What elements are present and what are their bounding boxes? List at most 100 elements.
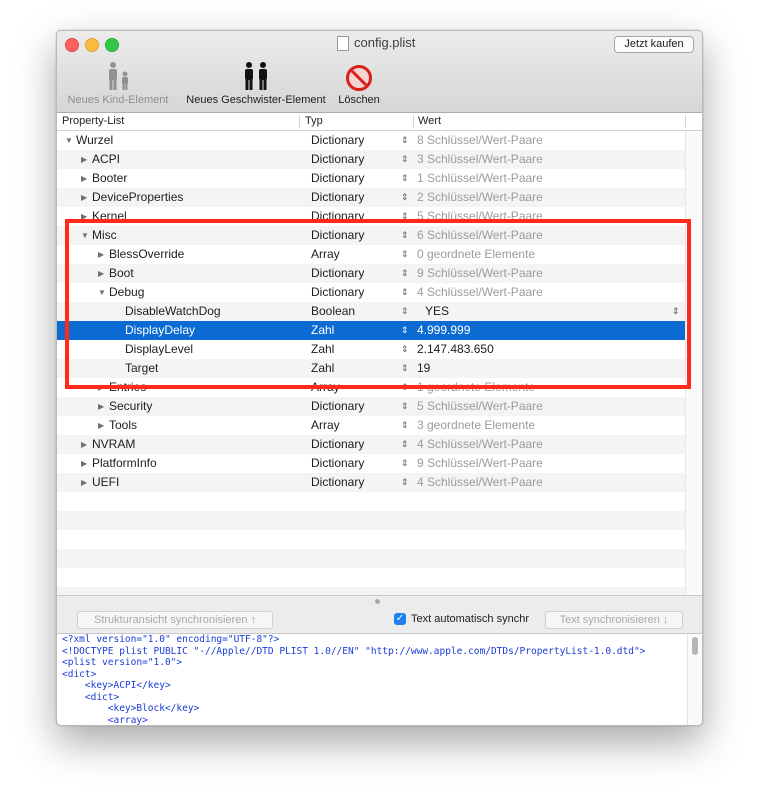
disclosure-closed-icon[interactable]: ▶: [98, 245, 104, 264]
type-stepper-icon[interactable]: ⇕: [401, 150, 409, 169]
disclosure-closed-icon[interactable]: ▶: [81, 150, 87, 169]
row-type[interactable]: Dictionary: [311, 435, 364, 454]
row-type[interactable]: Dictionary: [311, 473, 364, 492]
type-stepper-icon[interactable]: ⇕: [401, 264, 409, 283]
row-type[interactable]: Dictionary: [311, 150, 364, 169]
disclosure-open-icon[interactable]: ▼: [65, 131, 73, 150]
type-stepper-icon[interactable]: ⇕: [401, 454, 409, 473]
divider-handle-icon[interactable]: [375, 599, 380, 604]
row-type[interactable]: Array: [311, 416, 340, 435]
column-value[interactable]: Wert: [418, 115, 441, 127]
type-stepper-icon[interactable]: ⇕: [401, 321, 409, 340]
delete-button[interactable]: Löschen: [334, 59, 384, 106]
type-stepper-icon[interactable]: ⇕: [401, 397, 409, 416]
row-type[interactable]: Dictionary: [311, 454, 364, 473]
disclosure-closed-icon[interactable]: ▶: [98, 397, 104, 416]
outline-scrollbar[interactable]: [685, 131, 702, 611]
disclosure-closed-icon[interactable]: ▶: [81, 454, 87, 473]
disclosure-closed-icon[interactable]: ▶: [81, 435, 87, 454]
new-sibling-element-button[interactable]: Neues Geschwister-Element: [181, 59, 331, 106]
column-key[interactable]: Property-List: [62, 115, 124, 127]
row-value[interactable]: 4.999.999: [417, 321, 470, 340]
zoom-button[interactable]: [105, 38, 119, 52]
row-type[interactable]: Dictionary: [311, 283, 364, 302]
sync-text-button[interactable]: Text synchronisieren ↓: [545, 611, 683, 629]
row-type[interactable]: Zahl: [311, 359, 334, 378]
minimize-button[interactable]: [85, 38, 99, 52]
delete-label: Löschen: [338, 94, 380, 106]
row-value[interactable]: 19: [417, 359, 430, 378]
close-button[interactable]: [65, 38, 79, 52]
type-stepper-icon[interactable]: ⇕: [401, 245, 409, 264]
type-stepper-icon[interactable]: ⇕: [401, 435, 409, 454]
tree-row[interactable]: ▶ UEFI Dictionary ⇕ 4 Schlüssel/Wert-Paa…: [57, 473, 685, 492]
disclosure-closed-icon[interactable]: ▶: [81, 169, 87, 188]
row-type[interactable]: Array: [311, 378, 340, 397]
tree-row[interactable]: ▶ ACPI Dictionary ⇕ 3 Schlüssel/Wert-Paa…: [57, 150, 685, 169]
tree-row[interactable]: ▶ PlatformInfo Dictionary ⇕ 9 Schlüssel/…: [57, 454, 685, 473]
tree-row[interactable]: ▼ Wurzel Dictionary ⇕ 8 Schlüssel/Wert-P…: [57, 131, 685, 150]
row-type[interactable]: Dictionary: [311, 397, 364, 416]
disclosure-closed-icon[interactable]: ▶: [98, 378, 104, 397]
titlebar: config.plist Jetzt kaufen Neues Kind-Ele…: [57, 31, 702, 113]
tree-row[interactable]: ▼ Debug Dictionary ⇕ 4 Schlüssel/Wert-Pa…: [57, 283, 685, 302]
popup-chevron-icon[interactable]: ⇕: [672, 302, 680, 321]
tree-row[interactable]: ▶ BlessOverride Array ⇕ 0 geordnete Elem…: [57, 245, 685, 264]
xml-scroll-thumb[interactable]: [692, 637, 698, 655]
column-type[interactable]: Typ: [305, 115, 323, 127]
disclosure-open-icon[interactable]: ▼: [81, 226, 89, 245]
tree-row[interactable]: DisplayLevel Zahl ⇕ 2.147.483.650: [57, 340, 685, 359]
xml-scrollbar[interactable]: [687, 634, 702, 725]
tree-row[interactable]: ▶ Entries Array ⇕ 1 geordnete Elemente: [57, 378, 685, 397]
row-type[interactable]: Dictionary: [311, 131, 364, 150]
type-stepper-icon[interactable]: ⇕: [401, 359, 409, 378]
row-type[interactable]: Dictionary: [311, 264, 364, 283]
row-type[interactable]: Zahl: [311, 340, 334, 359]
boolean-popup[interactable]: YES: [425, 302, 449, 321]
row-type[interactable]: Zahl: [311, 321, 334, 340]
column-header: Property-List Typ Wert: [57, 113, 702, 131]
disclosure-closed-icon[interactable]: ▶: [98, 264, 104, 283]
row-type[interactable]: Boolean: [311, 302, 355, 321]
row-key: Target: [125, 361, 159, 375]
auto-text-checkbox[interactable]: ✓: [394, 613, 406, 625]
disclosure-closed-icon[interactable]: ▶: [98, 416, 104, 435]
disclosure-open-icon[interactable]: ▼: [98, 283, 106, 302]
row-key: Misc: [92, 228, 117, 242]
type-stepper-icon[interactable]: ⇕: [401, 226, 409, 245]
sync-structure-button[interactable]: Strukturansicht synchronisieren ↑: [77, 611, 273, 629]
tree-row[interactable]: ▶ NVRAM Dictionary ⇕ 4 Schlüssel/Wert-Pa…: [57, 435, 685, 454]
type-stepper-icon[interactable]: ⇕: [401, 416, 409, 435]
tree-row[interactable]: ▶ Security Dictionary ⇕ 5 Schlüssel/Wert…: [57, 397, 685, 416]
new-child-element-button[interactable]: Neues Kind-Element: [63, 59, 173, 106]
type-stepper-icon[interactable]: ⇕: [401, 340, 409, 359]
type-stepper-icon[interactable]: ⇕: [401, 473, 409, 492]
tree-row[interactable]: ▶ Boot Dictionary ⇕ 9 Schlüssel/Wert-Paa…: [57, 264, 685, 283]
tree-row[interactable]: ▶ Tools Array ⇕ 3 geordnete Elemente: [57, 416, 685, 435]
row-value[interactable]: 2.147.483.650: [417, 340, 494, 359]
row-type[interactable]: Dictionary: [311, 207, 364, 226]
tree-row[interactable]: Target Zahl ⇕ 19: [57, 359, 685, 378]
disclosure-closed-icon[interactable]: ▶: [81, 188, 87, 207]
type-stepper-icon[interactable]: ⇕: [401, 188, 409, 207]
tree-row[interactable]: ▶ DeviceProperties Dictionary ⇕ 2 Schlüs…: [57, 188, 685, 207]
tree-row[interactable]: ▶ Booter Dictionary ⇕ 1 Schlüssel/Wert-P…: [57, 169, 685, 188]
row-type[interactable]: Array: [311, 245, 340, 264]
type-stepper-icon[interactable]: ⇕: [401, 131, 409, 150]
type-stepper-icon[interactable]: ⇕: [401, 207, 409, 226]
tree-row-selected[interactable]: DisplayDelay Zahl ⇕ 4.999.999: [57, 321, 685, 340]
row-type[interactable]: Dictionary: [311, 188, 364, 207]
tree-row[interactable]: DisableWatchDog Boolean ⇕ YES ⇕: [57, 302, 685, 321]
disclosure-closed-icon[interactable]: ▶: [81, 473, 87, 492]
type-stepper-icon[interactable]: ⇕: [401, 169, 409, 188]
type-stepper-icon[interactable]: ⇕: [401, 378, 409, 397]
tree-row[interactable]: ▼ Misc Dictionary ⇕ 6 Schlüssel/Wert-Paa…: [57, 226, 685, 245]
buy-now-button[interactable]: Jetzt kaufen: [614, 36, 694, 53]
type-stepper-icon[interactable]: ⇕: [401, 283, 409, 302]
disclosure-closed-icon[interactable]: ▶: [81, 207, 87, 226]
row-type[interactable]: Dictionary: [311, 226, 364, 245]
tree-row[interactable]: ▶ Kernel Dictionary ⇕ 5 Schlüssel/Wert-P…: [57, 207, 685, 226]
xml-text-view[interactable]: <?xml version="1.0" encoding="UTF-8"?> <…: [57, 634, 687, 725]
type-stepper-icon[interactable]: ⇕: [401, 302, 409, 321]
row-type[interactable]: Dictionary: [311, 169, 364, 188]
